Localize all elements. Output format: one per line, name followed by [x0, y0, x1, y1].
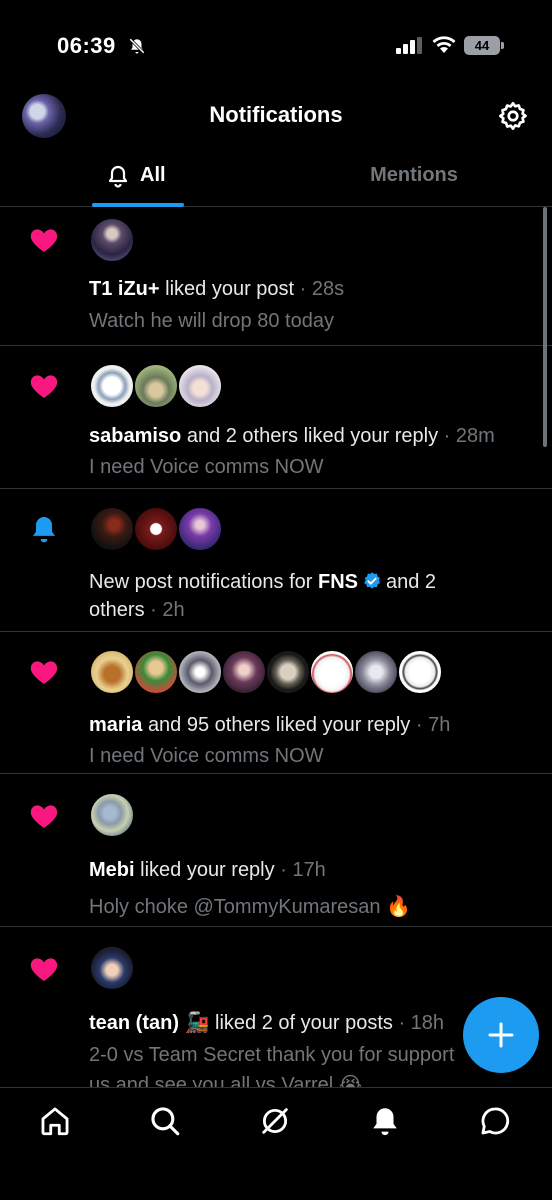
notification-item[interactable]: New post notifications for FNS and 2 othe…	[0, 489, 552, 632]
post-preview: Holy choke @TommyKumaresan 🔥	[89, 896, 411, 918]
notification-item[interactable]: maria and 95 others liked your reply · 7…	[0, 632, 552, 774]
page-title: Notifications	[209, 102, 343, 127]
compose-button[interactable]	[463, 997, 539, 1073]
notification-action: and 95 others liked your reply	[147, 714, 411, 736]
notification-time: · 18h	[398, 1012, 445, 1034]
bell-icon	[108, 165, 128, 188]
scrollbar[interactable]	[543, 207, 547, 447]
user-name[interactable]: T1 iZu+	[89, 278, 160, 300]
bell-icon	[32, 517, 56, 543]
notification-text: maria and 95 others liked your reply · 7…	[89, 712, 450, 739]
avatar[interactable]	[133, 363, 179, 409]
notification-item[interactable]: tean (tan) 🚂 liked 2 of your posts · 18h…	[0, 927, 552, 1087]
user-name[interactable]: FNS	[318, 571, 358, 593]
notification-action: liked 2 of your posts	[215, 1012, 393, 1034]
search-icon[interactable]	[148, 1104, 182, 1138]
avatar[interactable]	[89, 363, 135, 409]
notification-text: tean (tan) 🚂 liked 2 of your posts · 18h	[89, 1010, 444, 1037]
user-name[interactable]: maria	[89, 714, 142, 736]
avatar[interactable]	[89, 506, 135, 552]
avatar[interactable]	[309, 649, 355, 695]
notification-time: · 2h	[150, 599, 185, 621]
notification-action: liked your reply	[140, 859, 275, 881]
post-preview-line2: us and see you all vs Varrel 😭	[89, 1074, 363, 1087]
user-name[interactable]: tean (tan) 🚂	[89, 1012, 209, 1034]
avatar[interactable]	[177, 649, 223, 695]
avatar[interactable]	[177, 363, 223, 409]
avatar[interactable]	[89, 792, 135, 838]
cellular-signal-icon	[396, 37, 422, 54]
avatar[interactable]	[89, 649, 135, 695]
notification-time: · 7h	[415, 714, 451, 736]
notification-prefix: New post notifications for	[89, 571, 313, 593]
gear-icon[interactable]	[497, 100, 529, 132]
notification-text: Mebi liked your reply · 17h	[89, 857, 326, 884]
notification-tabs: All Mentions	[0, 150, 552, 207]
battery-indicator: 44	[464, 36, 504, 55]
notification-action: liked your post	[165, 278, 295, 300]
status-time: 06:39	[57, 33, 116, 58]
notifications-feed[interactable]: T1 iZu+ liked your post · 28s Watch he w…	[0, 207, 552, 1087]
notification-action: and 2	[386, 571, 437, 593]
post-preview: I need Voice comms NOW	[89, 456, 324, 478]
notification-item[interactable]: T1 iZu+ liked your post · 28s Watch he w…	[0, 207, 552, 346]
tab-mentions[interactable]: Mentions	[330, 164, 498, 187]
bottom-navigation	[0, 1087, 552, 1200]
notification-text: New post notifications for FNS and 2	[89, 569, 436, 596]
header: Notifications	[0, 92, 552, 142]
heart-icon	[30, 958, 58, 981]
tab-all[interactable]: All	[92, 164, 184, 207]
heart-icon	[30, 661, 58, 684]
avatar[interactable]	[89, 945, 135, 991]
avatar[interactable]	[89, 217, 135, 263]
grok-icon[interactable]	[258, 1104, 292, 1138]
post-preview: 2-0 vs Team Secret thank you for support	[89, 1044, 455, 1066]
notification-action: and 2 others liked your reply	[186, 425, 439, 447]
notification-time: · 28m	[443, 425, 495, 447]
messages-icon[interactable]	[478, 1104, 512, 1138]
notification-action-continued: others	[89, 599, 145, 621]
notification-text: T1 iZu+ liked your post · 28s	[89, 276, 344, 303]
notification-text: sabamiso and 2 others liked your reply ·…	[89, 423, 495, 450]
heart-icon	[30, 229, 58, 252]
avatar[interactable]	[265, 649, 311, 695]
avatar[interactable]	[353, 649, 399, 695]
user-name[interactable]: Mebi	[89, 859, 135, 881]
notification-item[interactable]: Mebi liked your reply · 17h Holy choke @…	[0, 774, 552, 927]
notification-text-line2: others · 2h	[89, 597, 185, 624]
tab-all-label: All	[140, 164, 166, 186]
heart-icon	[30, 805, 58, 828]
avatar[interactable]	[397, 649, 443, 695]
avatar[interactable]	[177, 506, 223, 552]
wifi-icon	[432, 36, 456, 53]
verified-badge-icon	[364, 572, 380, 589]
avatar[interactable]	[221, 649, 267, 695]
heart-icon	[30, 375, 58, 398]
plus-icon	[488, 1022, 514, 1048]
home-icon[interactable]	[38, 1104, 72, 1138]
notification-time: · 17h	[280, 859, 326, 881]
battery-level: 44	[464, 36, 500, 55]
notification-item[interactable]: sabamiso and 2 others liked your reply ·…	[0, 346, 552, 489]
avatar[interactable]	[133, 506, 179, 552]
post-preview: I need Voice comms NOW	[89, 745, 324, 767]
user-name[interactable]: sabamiso	[89, 425, 181, 447]
bell-off-icon	[129, 38, 145, 54]
notification-time: · 28s	[299, 278, 345, 300]
avatar[interactable]	[133, 649, 179, 695]
notifications-bell-icon[interactable]	[368, 1104, 402, 1138]
status-bar: 06:39 44	[0, 0, 552, 92]
post-preview: Watch he will drop 80 today	[89, 310, 334, 332]
